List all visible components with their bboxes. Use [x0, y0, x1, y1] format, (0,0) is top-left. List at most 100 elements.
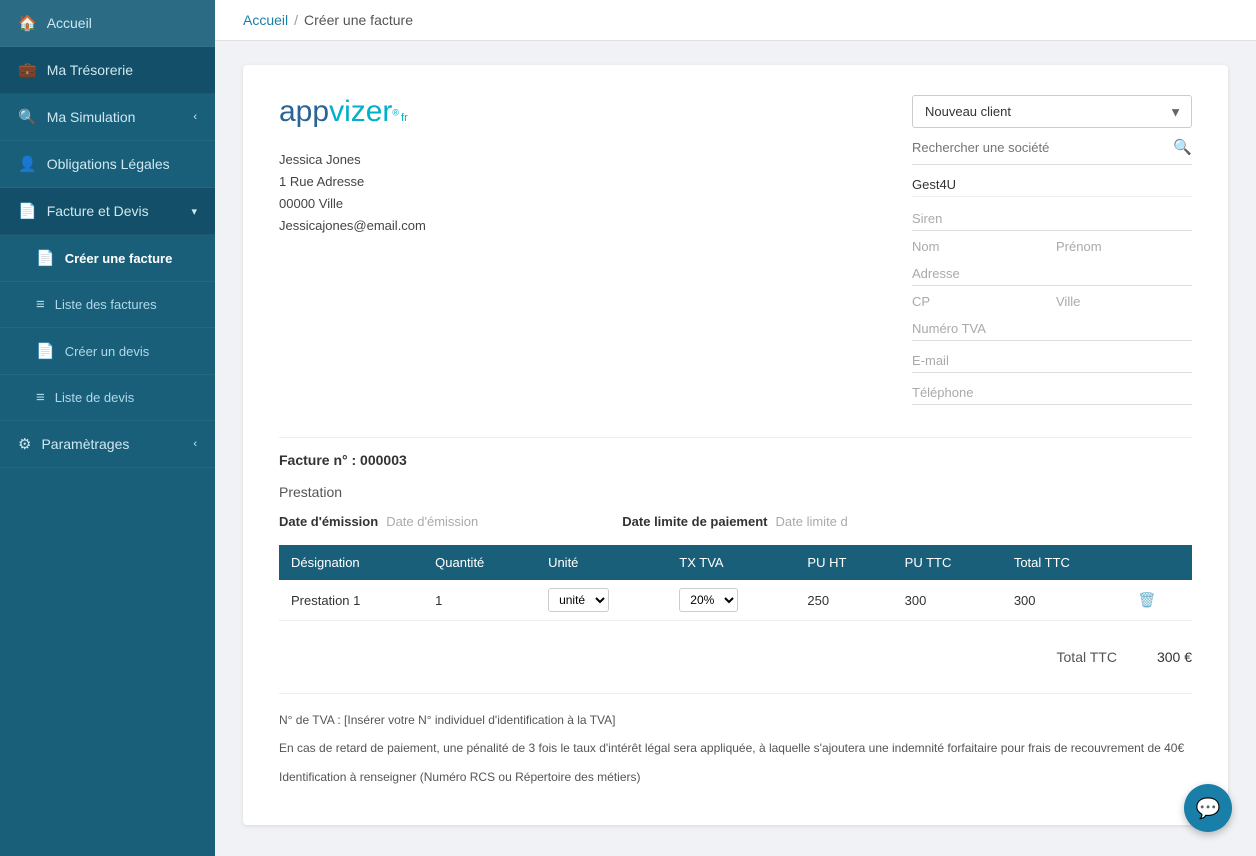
- sender-email: Jessicajones@email.com: [279, 215, 426, 237]
- sidebar-item-creer-devis[interactable]: 📄 Créer un devis: [0, 328, 215, 375]
- sender-info: Jessica Jones 1 Rue Adresse 00000 Ville …: [279, 149, 426, 237]
- total-label: Total TTC: [1057, 649, 1117, 665]
- sidebar-item-facture[interactable]: 📄 Facture et Devis ▾: [0, 188, 215, 235]
- cell-delete[interactable]: 🗑: [1125, 580, 1192, 621]
- client-select-wrapper[interactable]: Nouveau client ▼: [912, 95, 1192, 128]
- company-name: Gest4U: [912, 173, 1192, 197]
- logo-registered: ®: [392, 107, 399, 117]
- cell-quantite[interactable]: 1: [423, 580, 536, 621]
- siren-field[interactable]: Siren: [912, 207, 1192, 231]
- breadcrumb-home[interactable]: Accueil: [243, 12, 288, 28]
- cell-pu-ht[interactable]: 250: [795, 580, 892, 621]
- adresse-field[interactable]: Adresse: [912, 262, 1192, 286]
- list-devis-icon: ≡: [36, 389, 45, 406]
- invoice-number: Facture n° : 000003: [279, 437, 1192, 468]
- notes-section: N° de TVA : [Insérer votre N° individuel…: [279, 693, 1192, 787]
- chevron-icon: ‹: [193, 111, 197, 123]
- breadcrumb-separator: /: [294, 12, 298, 28]
- col-pu-ht: PU HT: [795, 545, 892, 580]
- tva-field[interactable]: Numéro TVA: [912, 317, 1192, 341]
- client-form: Nouveau client ▼ 🔍 Gest4U Siren No: [912, 95, 1192, 413]
- main-area: Accueil / Créer une facture appvizer®fr …: [215, 0, 1256, 856]
- search-icon[interactable]: 🔍: [1173, 138, 1192, 156]
- prenom-field[interactable]: Prénom: [1056, 239, 1192, 254]
- nom-field[interactable]: Nom: [912, 239, 1048, 254]
- sidebar-item-accueil[interactable]: 🏠 Accueil: [0, 0, 215, 47]
- list-icon: ≡: [36, 296, 45, 313]
- sidebar-item-label: Liste de devis: [55, 390, 135, 405]
- prenom-placeholder: Prénom: [1056, 239, 1102, 254]
- telephone-field[interactable]: Téléphone: [912, 381, 1192, 405]
- sidebar-item-label: Ma Trésorerie: [47, 62, 133, 78]
- cell-designation[interactable]: Prestation 1: [279, 580, 423, 621]
- breadcrumb-current: Créer une facture: [304, 12, 413, 28]
- sidebar-item-parametrages[interactable]: ⚙ Paramètrages ‹: [0, 421, 215, 468]
- sidebar: 🏠 Accueil 💼 Ma Trésorerie 🔍 Ma Simulatio…: [0, 0, 215, 856]
- sidebar-item-simulation[interactable]: 🔍 Ma Simulation ‹: [0, 94, 215, 141]
- date-emission-value[interactable]: Date d'émission: [386, 514, 478, 529]
- note-1[interactable]: N° de TVA : [Insérer votre N° individuel…: [279, 710, 1192, 730]
- sidebar-item-label: Créer une facture: [65, 251, 173, 266]
- date-limite-label: Date limite de paiement: [622, 514, 767, 529]
- gear-icon: ⚙: [18, 435, 31, 453]
- cp-ville-row: CP Ville: [912, 294, 1192, 309]
- col-tx-tva: TX TVA: [667, 545, 795, 580]
- sidebar-item-label: Créer un devis: [65, 344, 150, 359]
- sender-name: Jessica Jones: [279, 149, 426, 171]
- document-icon: 📄: [18, 202, 37, 220]
- sidebar-item-tresorerie[interactable]: 💼 Ma Trésorerie: [0, 47, 215, 94]
- invoice-card: appvizer®fr Jessica Jones 1 Rue Adresse …: [243, 65, 1228, 825]
- col-unite: Unité: [536, 545, 667, 580]
- sender-address: 1 Rue Adresse: [279, 171, 426, 193]
- date-limite-value[interactable]: Date limite d: [776, 514, 848, 529]
- cp-field[interactable]: CP: [912, 294, 1048, 309]
- total-value: 300 €: [1157, 649, 1192, 665]
- ville-field[interactable]: Ville: [1056, 294, 1192, 309]
- sidebar-item-liste-factures[interactable]: ≡ Liste des factures: [0, 282, 215, 328]
- sidebar-item-label: Obligations Légales: [47, 156, 170, 172]
- prestation-label[interactable]: Prestation: [279, 484, 1192, 500]
- col-pu-ttc: PU TTC: [893, 545, 1002, 580]
- cell-unite[interactable]: unité: [536, 580, 667, 621]
- ville-placeholder: Ville: [1056, 294, 1080, 309]
- content-area: appvizer®fr Jessica Jones 1 Rue Adresse …: [215, 41, 1256, 856]
- adresse-placeholder: Adresse: [912, 262, 1192, 286]
- sidebar-item-liste-devis[interactable]: ≡ Liste de devis: [0, 375, 215, 421]
- date-limite-field: Date limite de paiement Date limite d: [622, 514, 847, 529]
- document-sub-icon: 📄: [36, 249, 55, 267]
- date-emission-label: Date d'émission: [279, 514, 378, 529]
- sidebar-item-obligations[interactable]: 👤 Obligations Légales: [0, 141, 215, 188]
- unite-select[interactable]: unité: [548, 588, 609, 612]
- delete-icon[interactable]: 🗑: [1137, 592, 1156, 609]
- chat-button[interactable]: 💬: [1184, 784, 1232, 832]
- email-field[interactable]: E-mail: [912, 349, 1192, 373]
- table-header-row: Désignation Quantité Unité TX TVA PU HT …: [279, 545, 1192, 580]
- cell-pu-ttc[interactable]: 300: [893, 580, 1002, 621]
- sender-city: 00000 Ville: [279, 193, 426, 215]
- cell-total-ttc[interactable]: 300: [1002, 580, 1126, 621]
- logo-area: appvizer®fr Jessica Jones 1 Rue Adresse …: [279, 95, 426, 237]
- note-2[interactable]: En cas de retard de paiement, une pénali…: [279, 738, 1192, 758]
- sidebar-item-creer-facture[interactable]: 📄 Créer une facture: [0, 235, 215, 282]
- company-logo: appvizer®fr: [279, 95, 426, 129]
- sidebar-item-label: Paramètrages: [41, 436, 129, 452]
- client-select[interactable]: Nouveau client: [912, 95, 1192, 128]
- chat-icon: 💬: [1196, 796, 1221, 821]
- search-row: 🔍: [912, 138, 1192, 165]
- col-quantite: Quantité: [423, 545, 536, 580]
- tva-select[interactable]: 20%: [679, 588, 738, 612]
- nom-prenom-row: Nom Prénom: [912, 239, 1192, 254]
- nom-placeholder: Nom: [912, 239, 939, 254]
- top-section: appvizer®fr Jessica Jones 1 Rue Adresse …: [279, 95, 1192, 413]
- cell-tx-tva[interactable]: 20%: [667, 580, 795, 621]
- email-placeholder: E-mail: [912, 349, 1192, 373]
- home-icon: 🏠: [18, 14, 37, 32]
- search-input[interactable]: [912, 140, 1173, 155]
- chevron-param-icon: ‹: [193, 438, 197, 450]
- tva-placeholder: Numéro TVA: [912, 317, 1192, 341]
- sidebar-item-label: Ma Simulation: [47, 109, 136, 125]
- col-designation: Désignation: [279, 545, 423, 580]
- siren-placeholder: Siren: [912, 207, 1192, 231]
- note-3[interactable]: Identification à renseigner (Numéro RCS …: [279, 767, 1192, 787]
- telephone-placeholder: Téléphone: [912, 381, 1192, 405]
